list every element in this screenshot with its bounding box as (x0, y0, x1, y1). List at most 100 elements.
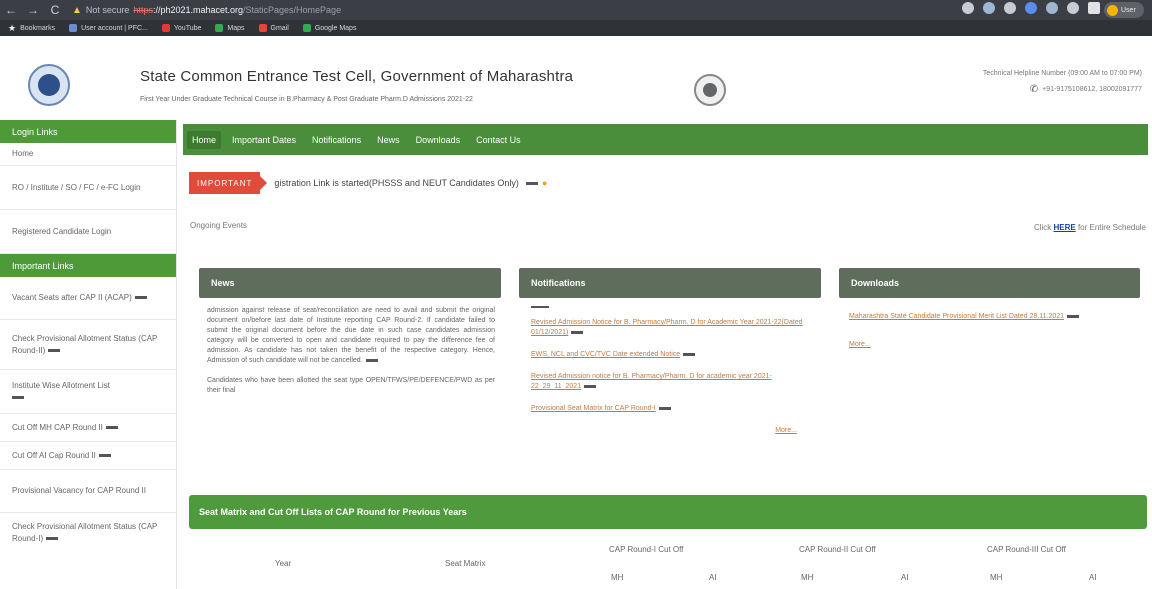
site-title: State Common Entrance Test Cell, Governm… (140, 68, 574, 85)
column-header-mh: MH (611, 573, 624, 582)
bookmark-item[interactable]: Google Maps (302, 24, 357, 32)
gmail-icon (258, 24, 267, 32)
sidebar-item-home[interactable]: Home (0, 143, 176, 166)
sidebar-item-institute-allotment[interactable]: Institute Wise Allotment List (0, 370, 176, 414)
news-item: Candidates who have been allotted the se… (207, 377, 495, 394)
bookmark-item[interactable]: Gmail (258, 24, 289, 32)
back-icon[interactable]: ← (0, 3, 22, 17)
notification-link[interactable]: Revised Admission notice for B. Pharmacy… (531, 372, 811, 392)
extension-icon[interactable] (1004, 2, 1016, 14)
reload-icon[interactable]: C (44, 3, 66, 17)
sidebar-item-login[interactable]: RO / Institute / SO / FC / e-FC Login (0, 166, 176, 210)
youtube-icon (161, 24, 170, 32)
schedule-line: Click HERE for Entire Schedule (1034, 223, 1146, 232)
notification-link[interactable]: Revised Admission Notice for B. Pharmacy… (531, 318, 811, 338)
not-secure-label: Not secure (85, 5, 130, 15)
extension-icon[interactable] (962, 2, 974, 14)
bookmark-item[interactable]: User account | PFC... (69, 24, 148, 32)
column-header-cap2: CAP Round-II Cut Off (799, 545, 876, 554)
download-link[interactable]: Maharashtra State Candidate Provisional … (849, 312, 1130, 322)
cet-logo[interactable] (28, 64, 70, 106)
schedule-here-link[interactable]: HERE (1054, 223, 1076, 232)
ticker-item[interactable]: gistration Link is started(PHSSS and NEU… (274, 178, 547, 188)
address-bar[interactable]: ▲ Not secure https ://ph2021.mahacet.org… (72, 2, 872, 18)
new-icon (365, 358, 378, 362)
warning-icon: ▲ (72, 4, 82, 16)
notifications-more-link[interactable]: More... (531, 426, 811, 436)
site-header: State Common Entrance Test Cell, Governm… (0, 36, 1152, 120)
column-header-cap3: CAP Round-III Cut Off (987, 545, 1066, 554)
extension-icon[interactable] (1025, 2, 1037, 14)
downloads-more-link[interactable]: More... (849, 340, 1130, 350)
url-host: ://ph2021.mahacet.org (152, 5, 244, 15)
downloads-panel: Downloads Maharashtra State Candidate Pr… (839, 268, 1140, 466)
phone-numbers: +91-9175108612, 18002091777 (1042, 86, 1142, 93)
news-item: admission against release of seat/reconc… (207, 307, 495, 364)
column-header-mh: MH (990, 573, 1003, 582)
url-path: /StaticPages/HomePage (243, 5, 342, 15)
maps-icon (215, 24, 224, 32)
nav-home[interactable]: Home (187, 130, 222, 149)
bookmark-label: Bookmarks (20, 24, 56, 32)
bookmark-item[interactable]: ★ Bookmarks (8, 23, 55, 34)
helpline-phones: ✆ +91-9175108612, 18002091777 (1030, 84, 1142, 95)
new-icon (46, 537, 59, 541)
new-icon (525, 181, 538, 185)
nav-downloads[interactable]: Downloads (411, 131, 466, 149)
forward-icon[interactable]: → (22, 3, 44, 17)
ongoing-events-label: Ongoing Events (190, 221, 247, 230)
important-badge: IMPORTANT (189, 172, 268, 194)
ticker-text: gistration Link is started(PHSSS and NEU… (274, 178, 519, 188)
share-icon[interactable] (983, 2, 995, 14)
column-header-ai: AI (1089, 573, 1097, 582)
column-header-ai: AI (901, 573, 909, 582)
new-icon (98, 453, 111, 457)
notifications-panel: Notifications Revised Admission Notice f… (519, 268, 821, 466)
nav-notifications[interactable]: Notifications (307, 131, 366, 149)
notification-link[interactable]: Provisional Seat Matrix for CAP Round-I (531, 404, 811, 414)
new-icon (105, 425, 118, 429)
nav-contact-us[interactable]: Contact Us (471, 131, 526, 149)
sidebar-item-candidate-login[interactable]: Registered Candidate Login (0, 210, 176, 254)
puzzle-icon[interactable] (1046, 2, 1058, 14)
notifications-list: Revised Admission Notice for B. Pharmacy… (519, 298, 821, 436)
bookmark-label: User account | PFC... (81, 24, 148, 32)
avatar (1107, 4, 1118, 16)
news-panel: News admission against release of seat/r… (199, 268, 501, 466)
bookmark-item[interactable]: YouTube (161, 24, 202, 32)
sidebar: Login Links Home RO / Institute / SO / F… (0, 120, 177, 589)
news-scroll[interactable]: admission against release of seat/reconc… (199, 298, 501, 396)
column-header-ai: AI (709, 573, 717, 582)
seat-matrix-table: Year Seat Matrix CAP Round-I Cut Off CAP… (189, 535, 1147, 589)
profile-button[interactable]: User (1104, 2, 1144, 18)
notification-link[interactable]: EWS, NCL and CVC/TVC Date extended Notic… (531, 350, 811, 360)
bookmark-item[interactable]: Maps (215, 24, 245, 32)
user-account-icon (69, 24, 78, 32)
window-icon[interactable] (1088, 2, 1100, 14)
column-header-seat-matrix: Seat Matrix (445, 559, 486, 568)
bookmark-label: Google Maps (314, 24, 357, 32)
bookmark-star-icon[interactable] (1067, 2, 1079, 14)
seat-matrix-heading: Seat Matrix and Cut Off Lists of CAP Rou… (189, 495, 1147, 529)
government-seal-logo (694, 74, 726, 106)
sidebar-item-vacancy[interactable]: Provisional Vacancy for CAP Round II (0, 470, 176, 513)
downloads-list: Maharashtra State Candidate Provisional … (839, 298, 1140, 350)
bookmark-label: Maps (227, 24, 245, 32)
column-header-year: Year (275, 559, 292, 568)
sidebar-item-allotment-status-2[interactable]: Check Provisional Allotment Status (CAP … (0, 320, 176, 370)
profile-label: User (1121, 6, 1136, 14)
nav-important-dates[interactable]: Important Dates (227, 131, 301, 149)
nav-news[interactable]: News (372, 131, 405, 149)
sidebar-item-vacant-seats[interactable]: Vacant Seats after CAP II (ACAP) (0, 277, 176, 320)
site-subtitle: First Year Under Graduate Technical Cour… (140, 96, 473, 103)
browser-toolbar: ← → C ▲ Not secure https ://ph2021.mahac… (0, 0, 1152, 20)
sidebar-item-cutoff-mh[interactable]: Cut Off MH CAP Round II (0, 414, 176, 442)
star-icon: ★ (8, 22, 17, 33)
column-header-mh: MH (801, 573, 814, 582)
sidebar-item-cutoff-ai[interactable]: Cut Off AI Cap Round II (0, 442, 176, 470)
phone-icon: ✆ (1029, 84, 1039, 95)
important-ticker: IMPORTANT gistration Link is started(PHS… (189, 172, 547, 194)
sidebar-heading-important: Important Links (0, 254, 176, 277)
sidebar-item-allotment-status-1[interactable]: Check Provisional Allotment Status (CAP … (0, 513, 176, 553)
bookmark-label: YouTube (173, 24, 202, 32)
